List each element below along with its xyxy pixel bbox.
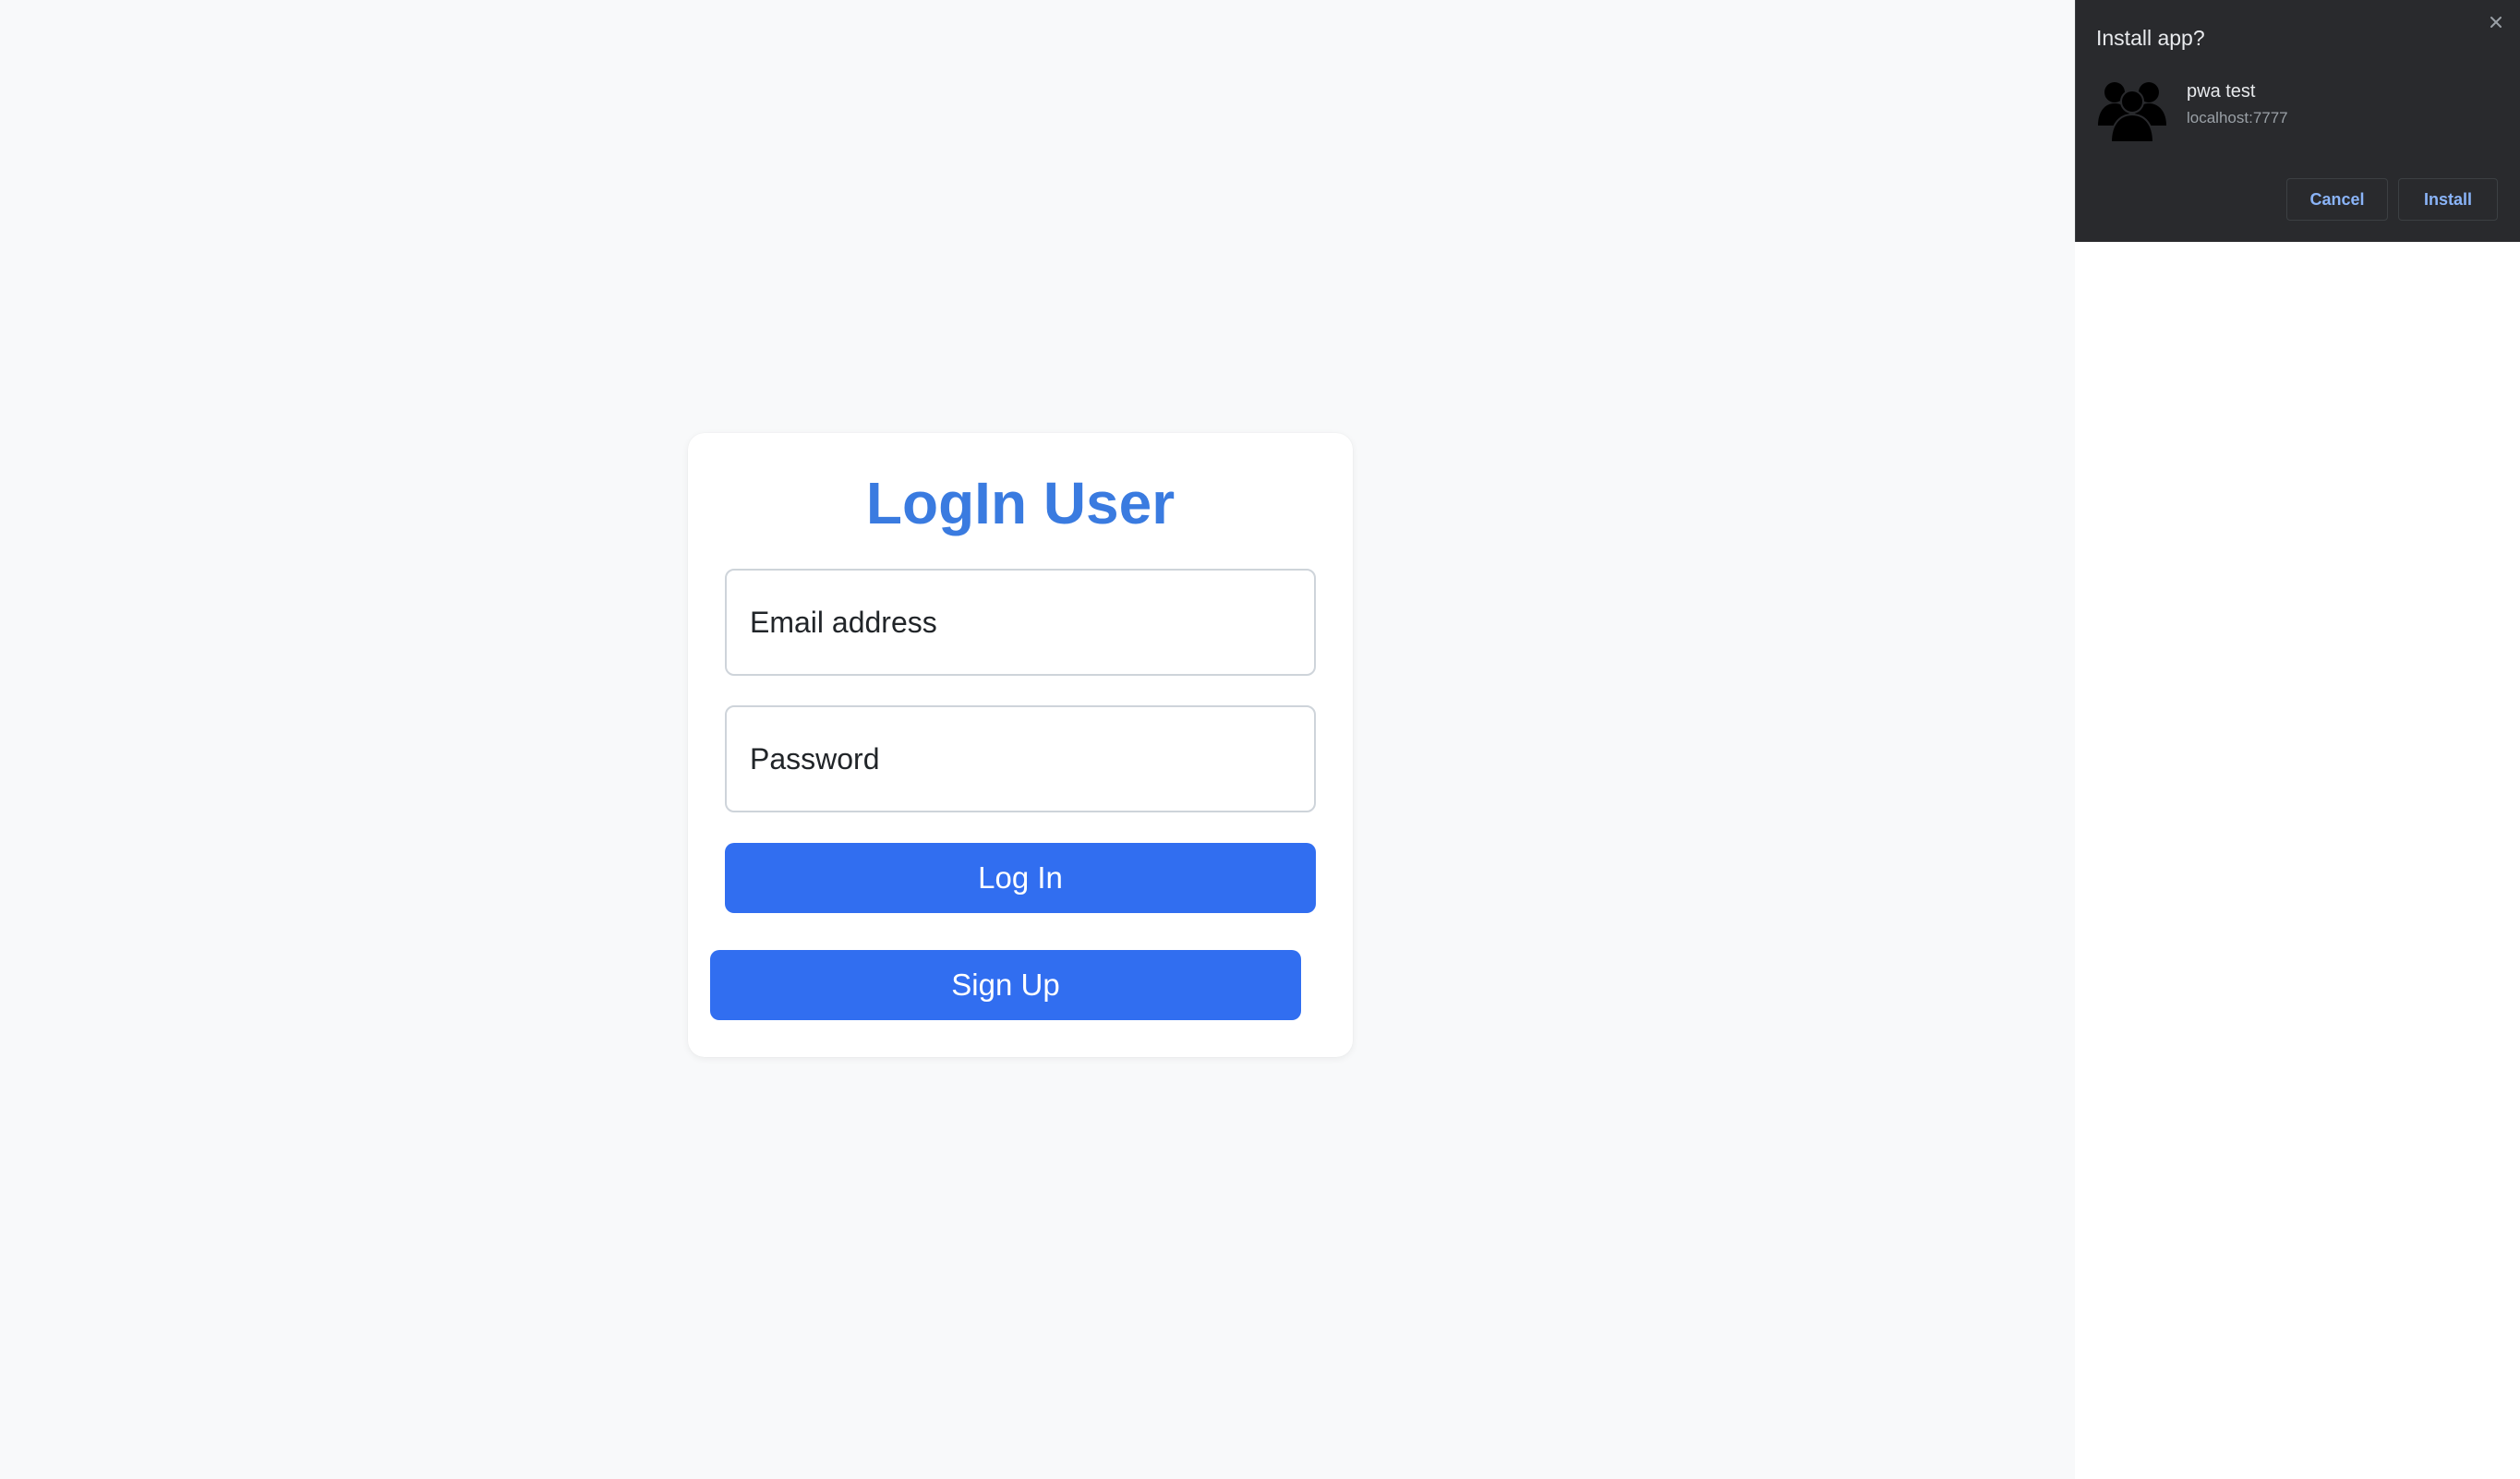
page-viewport: LogIn User Log In Sign Up (0, 0, 2075, 1479)
install-app-popup: Install app? pwa test localhost:7777 Can… (2075, 0, 2520, 242)
app-origin: localhost:7777 (2187, 109, 2288, 126)
cancel-button[interactable]: Cancel (2286, 178, 2388, 221)
popup-title: Install app? (2096, 26, 2205, 50)
close-icon[interactable] (2485, 11, 2507, 33)
app-name: pwa test (2187, 81, 2256, 102)
install-button[interactable]: Install (2398, 178, 2498, 221)
close-icon-glyph (2490, 17, 2502, 28)
login-card: LogIn User Log In Sign Up (688, 433, 1353, 1057)
page-title: LogIn User (865, 470, 1176, 536)
users-group-icon (2098, 82, 2166, 142)
email-field[interactable] (725, 569, 1316, 676)
password-field[interactable] (725, 705, 1316, 812)
login-button[interactable]: Log In (725, 843, 1316, 913)
signup-button[interactable]: Sign Up (710, 950, 1301, 1020)
